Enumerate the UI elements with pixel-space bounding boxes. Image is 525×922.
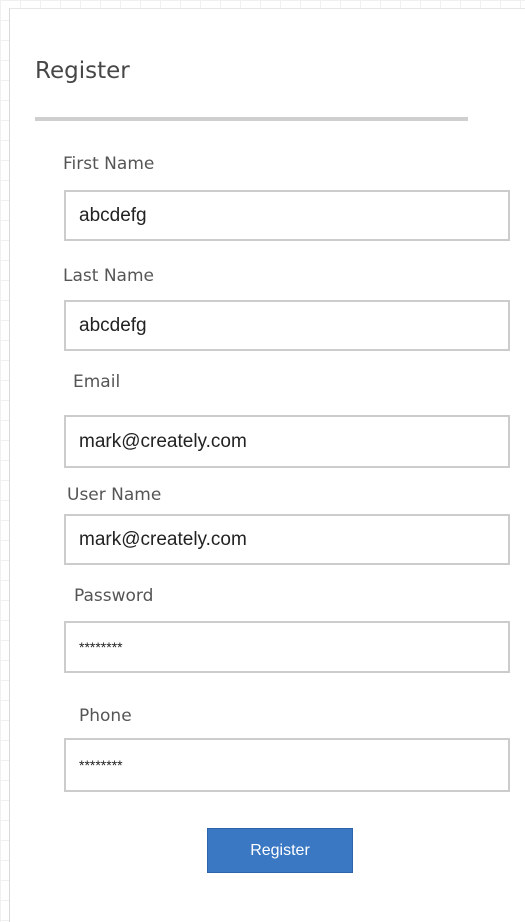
- last-name-input[interactable]: [64, 300, 510, 351]
- title-divider: [35, 117, 468, 121]
- password-input[interactable]: [64, 621, 510, 673]
- password-label: Password: [74, 586, 154, 606]
- register-button[interactable]: Register: [207, 828, 353, 873]
- page-title: Register: [35, 58, 130, 84]
- last-name-label: Last Name: [63, 266, 154, 286]
- first-name-label: First Name: [63, 154, 155, 174]
- user-name-label: User Name: [67, 485, 162, 505]
- email-label: Email: [73, 372, 121, 392]
- phone-label: Phone: [79, 706, 132, 726]
- first-name-input[interactable]: [64, 190, 510, 241]
- user-name-input[interactable]: [64, 514, 510, 565]
- phone-input[interactable]: [64, 738, 510, 792]
- email-input[interactable]: [64, 415, 510, 468]
